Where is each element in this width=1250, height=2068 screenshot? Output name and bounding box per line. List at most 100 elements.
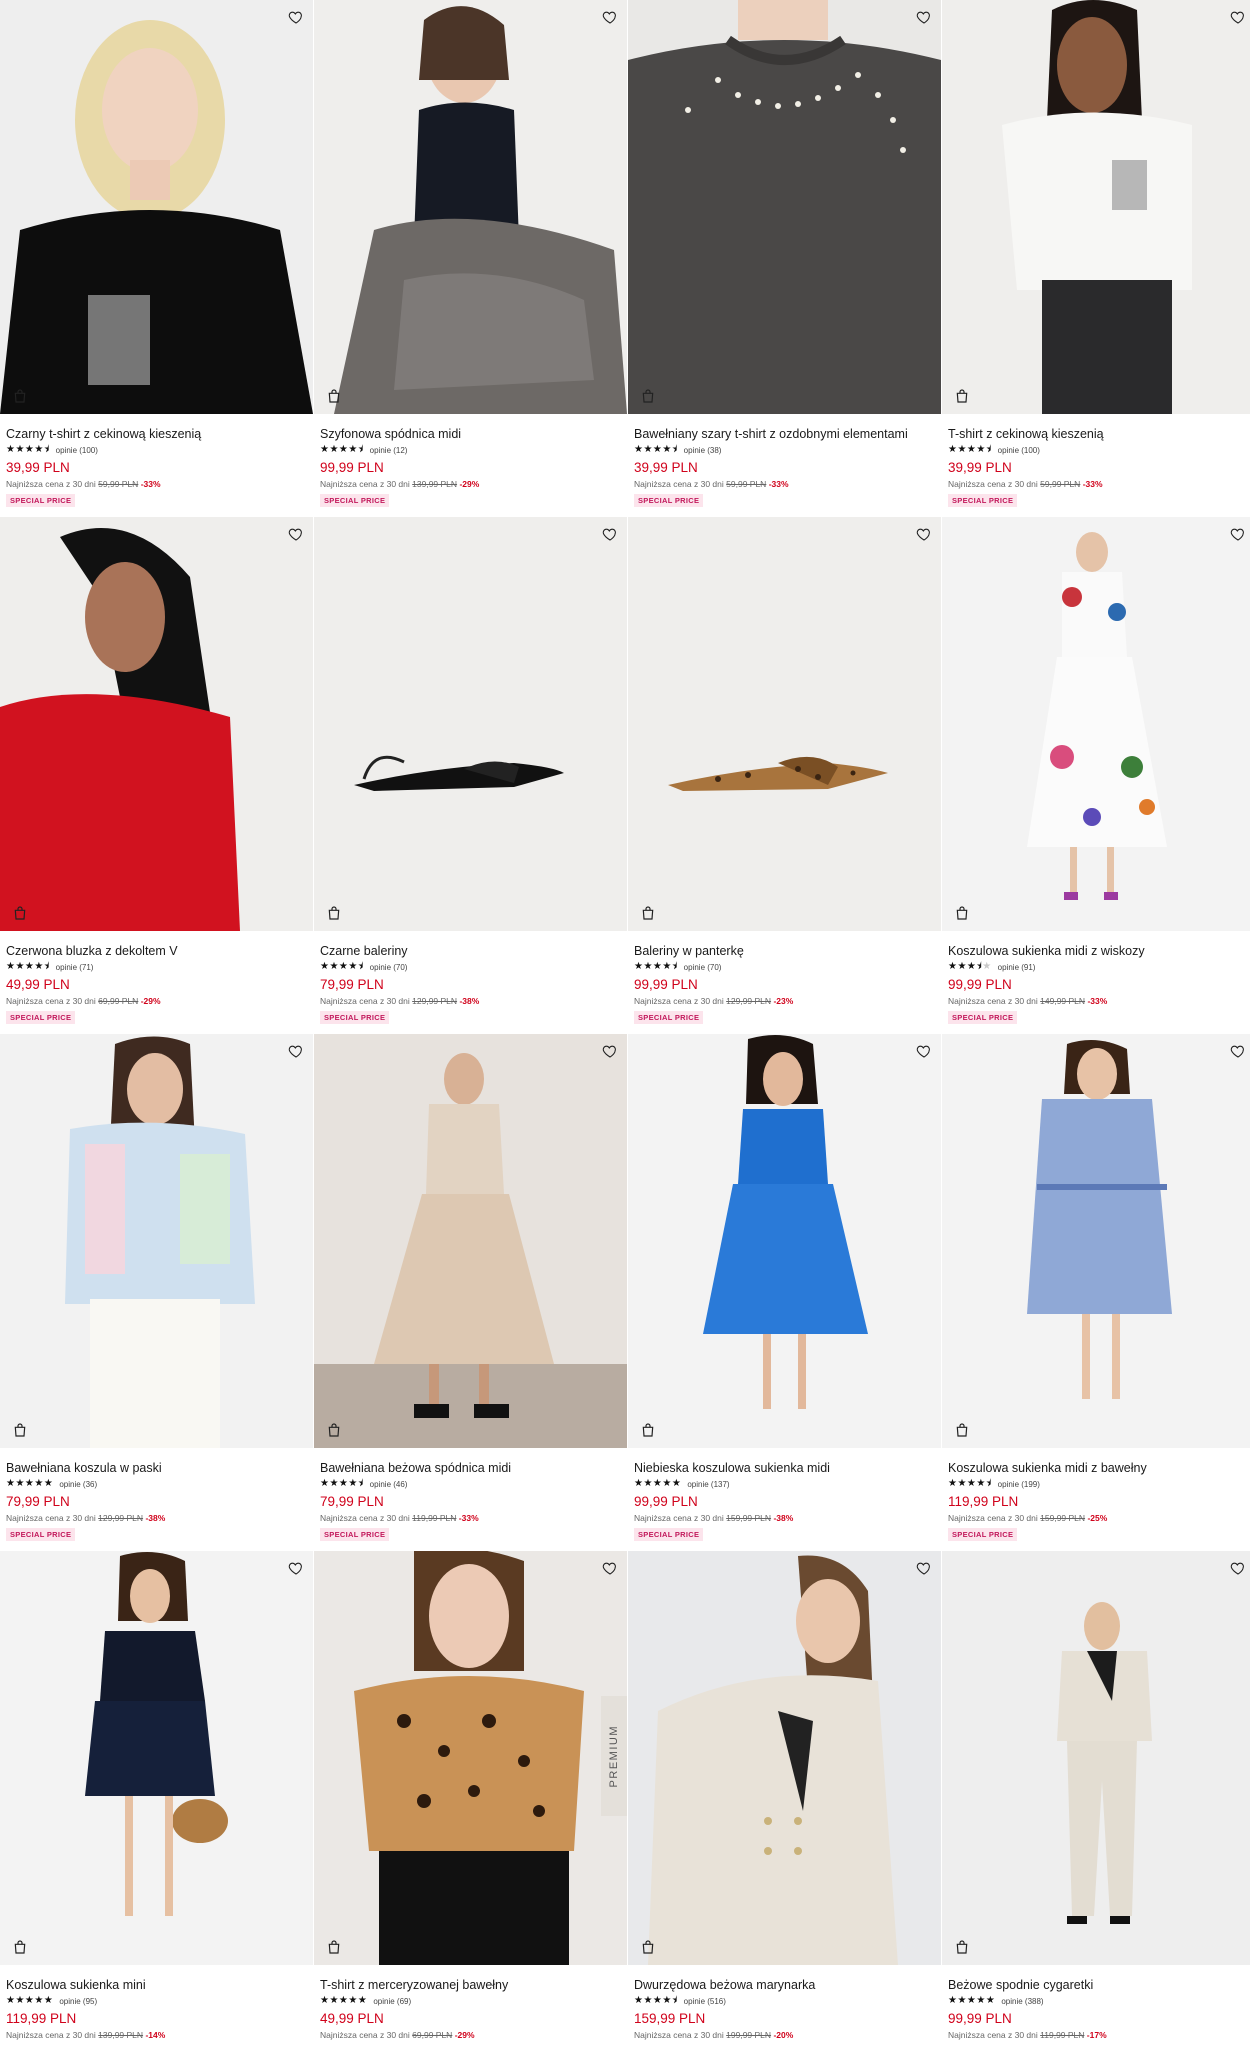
heart-icon[interactable]	[599, 6, 621, 28]
product-card[interactable]: Beżowe spodnie cygaretki ★★★★★ opinie (3…	[942, 1551, 1250, 2068]
product-image[interactable]	[0, 1034, 313, 1448]
discount-percent: -33%	[1082, 479, 1103, 489]
product-image[interactable]	[314, 517, 627, 931]
rating-stars-icon: ★★★★★	[6, 1995, 54, 2006]
shopping-bag-icon[interactable]	[10, 386, 30, 406]
product-name[interactable]: Szyfonowa spódnica midi	[320, 426, 621, 442]
product-rating: ★★★★★ opinie (95)	[6, 1994, 307, 2008]
heart-icon[interactable]	[1227, 523, 1249, 545]
heart-icon[interactable]	[1227, 1557, 1249, 1579]
shopping-bag-icon[interactable]	[952, 1420, 972, 1440]
product-card[interactable]: Baleriny w panterkę ★★★★⯨ opinie (70) 99…	[628, 517, 941, 1034]
shopping-bag-icon[interactable]	[324, 1937, 344, 1957]
product-card[interactable]: Bawełniany szary t-shirt z ozdobnymi ele…	[628, 0, 941, 517]
product-name[interactable]: Koszulowa sukienka mini	[6, 1977, 307, 1993]
product-card[interactable]: Koszulowa sukienka mini ★★★★★ opinie (95…	[0, 1551, 313, 2068]
product-image[interactable]	[942, 0, 1250, 414]
heart-icon[interactable]	[913, 523, 935, 545]
product-price: 79,99 PLN	[6, 1494, 70, 1509]
product-image[interactable]	[942, 1034, 1250, 1448]
product-name[interactable]: Koszulowa sukienka midi z bawełny	[948, 1460, 1249, 1476]
heart-icon[interactable]	[1227, 6, 1249, 28]
product-price: 79,99 PLN	[320, 977, 384, 992]
shopping-bag-icon[interactable]	[952, 386, 972, 406]
shopping-bag-icon[interactable]	[638, 1420, 658, 1440]
product-rating: ★★★★★ opinie (137)	[634, 1477, 935, 1491]
product-image[interactable]	[0, 0, 313, 414]
product-price: 79,99 PLN	[320, 1494, 384, 1509]
product-price: 39,99 PLN	[634, 460, 698, 475]
lowest-price-note: Najniższa cena z 30 dni 129,99 PLN -23%	[634, 995, 935, 1007]
product-name[interactable]: Bawełniana koszula w paski	[6, 1460, 307, 1476]
heart-icon[interactable]	[285, 523, 307, 545]
shopping-bag-icon[interactable]	[10, 903, 30, 923]
product-card[interactable]: Koszulowa sukienka midi z bawełny ★★★★⯨ …	[942, 1034, 1250, 1551]
product-photo	[628, 0, 941, 414]
shopping-bag-icon[interactable]	[952, 1937, 972, 1957]
product-card[interactable]: Czarny t-shirt z cekinową kieszenią ★★★★…	[0, 0, 313, 517]
shopping-bag-icon[interactable]	[638, 386, 658, 406]
product-name[interactable]: Niebieska koszulowa sukienka midi	[634, 1460, 935, 1476]
shopping-bag-icon[interactable]	[638, 1937, 658, 1957]
product-card[interactable]: T-shirt z cekinową kieszenią ★★★★⯨ opini…	[942, 0, 1250, 517]
product-image[interactable]	[628, 1034, 941, 1448]
old-price: 159,99 PLN	[726, 1513, 772, 1523]
product-name[interactable]: T-shirt z merceryzowanej bawełny	[320, 1977, 621, 1993]
lowest-price-label: Najniższa cena z 30 dni	[320, 479, 410, 489]
product-name[interactable]: Baleriny w panterkę	[634, 943, 935, 959]
shopping-bag-icon[interactable]	[10, 1420, 30, 1440]
heart-icon[interactable]	[913, 6, 935, 28]
product-card[interactable]: Czerwona bluzka z dekoltem V ★★★★⯨ opini…	[0, 517, 313, 1034]
product-image[interactable]	[942, 517, 1250, 931]
product-name[interactable]: Czerwona bluzka z dekoltem V	[6, 943, 307, 959]
product-card[interactable]: Niebieska koszulowa sukienka midi ★★★★★ …	[628, 1034, 941, 1551]
heart-icon[interactable]	[913, 1557, 935, 1579]
product-image[interactable]: PREMIUM	[314, 1551, 627, 1965]
product-info: Koszulowa sukienka mini ★★★★★ opinie (95…	[0, 1965, 313, 2068]
product-image[interactable]	[628, 1551, 941, 1965]
product-rating: ★★★★⯨ opinie (38)	[634, 443, 935, 457]
shopping-bag-icon[interactable]	[638, 903, 658, 923]
product-card[interactable]: Koszulowa sukienka midi z wiskozy ★★★⯨★ …	[942, 517, 1250, 1034]
product-card[interactable]: Bawełniana koszula w paski ★★★★★ opinie …	[0, 1034, 313, 1551]
product-info: Bawełniany szary t-shirt z ozdobnymi ele…	[628, 414, 941, 517]
product-name[interactable]: Koszulowa sukienka midi z wiskozy	[948, 943, 1249, 959]
product-image[interactable]	[628, 517, 941, 931]
shopping-bag-icon[interactable]	[324, 386, 344, 406]
heart-icon[interactable]	[599, 523, 621, 545]
product-image[interactable]	[628, 0, 941, 414]
lowest-price-note: Najniższa cena z 30 dni 129,99 PLN -38%	[6, 1512, 307, 1524]
review-count: opinie (91)	[997, 962, 1036, 972]
product-card[interactable]: Czarne baleriny ★★★★⯨ opinie (70) 79,99 …	[314, 517, 627, 1034]
product-name[interactable]: Beżowe spodnie cygaretki	[948, 1977, 1249, 1993]
special-price-badge: SPECIAL PRICE	[6, 1528, 76, 1541]
product-card[interactable]: PREMIUM T-shirt z merceryzowanej bawełny…	[314, 1551, 627, 2068]
shopping-bag-icon[interactable]	[324, 1420, 344, 1440]
old-price: 69,99 PLN	[412, 2030, 453, 2040]
heart-icon[interactable]	[285, 1040, 307, 1062]
heart-icon[interactable]	[1227, 1040, 1249, 1062]
product-name[interactable]: Czarny t-shirt z cekinową kieszenią	[6, 426, 307, 442]
shopping-bag-icon[interactable]	[324, 903, 344, 923]
heart-icon[interactable]	[285, 1557, 307, 1579]
product-card[interactable]: Dwurzędowa beżowa marynarka ★★★★⯨ opinie…	[628, 1551, 941, 2068]
product-name[interactable]: Czarne baleriny	[320, 943, 621, 959]
product-image[interactable]	[314, 1034, 627, 1448]
product-info: Bawełniana beżowa spódnica midi ★★★★⯨ op…	[314, 1448, 627, 1551]
shopping-bag-icon[interactable]	[10, 1937, 30, 1957]
heart-icon[interactable]	[599, 1557, 621, 1579]
heart-icon[interactable]	[285, 6, 307, 28]
product-name[interactable]: Bawełniana beżowa spódnica midi	[320, 1460, 621, 1476]
product-name[interactable]: Dwurzędowa beżowa marynarka	[634, 1977, 935, 1993]
heart-icon[interactable]	[913, 1040, 935, 1062]
product-name[interactable]: Bawełniany szary t-shirt z ozdobnymi ele…	[634, 426, 935, 442]
product-image[interactable]	[942, 1551, 1250, 1965]
heart-icon[interactable]	[599, 1040, 621, 1062]
product-card[interactable]: Szyfonowa spódnica midi ★★★★⯨ opinie (12…	[314, 0, 627, 517]
product-image[interactable]	[314, 0, 627, 414]
product-image[interactable]	[0, 1551, 313, 1965]
product-image[interactable]	[0, 517, 313, 931]
product-name[interactable]: T-shirt z cekinową kieszenią	[948, 426, 1249, 442]
shopping-bag-icon[interactable]	[952, 903, 972, 923]
product-card[interactable]: Bawełniana beżowa spódnica midi ★★★★⯨ op…	[314, 1034, 627, 1551]
